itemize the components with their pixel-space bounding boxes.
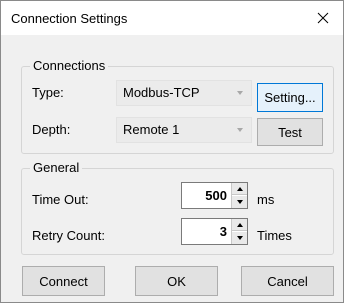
depth-select-value: Remote 1 xyxy=(123,122,180,137)
depth-select[interactable]: Remote 1 xyxy=(116,117,252,143)
type-label: Type: xyxy=(32,85,64,100)
general-group-label: General xyxy=(30,160,83,176)
retry-spin-buttons xyxy=(231,219,247,244)
arrow-up-icon xyxy=(236,222,243,227)
retry-label: Retry Count: xyxy=(32,228,105,243)
connect-button[interactable]: Connect xyxy=(22,266,105,296)
chevron-down-icon xyxy=(237,91,243,95)
close-icon xyxy=(317,12,329,24)
connections-group-label: Connections xyxy=(30,58,109,74)
chevron-down-icon xyxy=(237,128,243,132)
window-title: Connection Settings xyxy=(11,11,128,26)
retry-decrement-button[interactable] xyxy=(232,232,247,244)
retry-unit: Times xyxy=(257,228,292,243)
timeout-spin-buttons xyxy=(231,183,247,208)
test-button[interactable]: Test xyxy=(257,118,323,146)
type-select-value: Modbus-TCP xyxy=(123,85,200,100)
timeout-decrement-button[interactable] xyxy=(232,196,247,208)
retry-increment-button[interactable] xyxy=(232,219,247,231)
timeout-increment-button[interactable] xyxy=(232,183,247,195)
close-button[interactable] xyxy=(303,1,343,35)
timeout-stepper[interactable]: 500 xyxy=(181,182,248,209)
arrow-up-icon xyxy=(236,186,243,191)
cancel-button[interactable]: Cancel xyxy=(241,266,334,296)
connection-settings-dialog: Connection Settings Connections Type: Mo… xyxy=(0,0,344,303)
setting-button[interactable]: Setting... xyxy=(257,83,323,112)
type-select[interactable]: Modbus-TCP xyxy=(116,80,252,106)
arrow-down-icon xyxy=(236,200,243,204)
timeout-value: 500 xyxy=(205,188,227,203)
depth-label: Depth: xyxy=(32,122,71,137)
timeout-unit: ms xyxy=(257,192,275,207)
arrow-down-icon xyxy=(236,236,243,240)
retry-stepper[interactable]: 3 xyxy=(181,218,248,245)
ok-button[interactable]: OK xyxy=(135,266,218,296)
timeout-label: Time Out: xyxy=(32,192,89,207)
title-bar: Connection Settings xyxy=(1,1,343,35)
retry-value: 3 xyxy=(219,224,227,239)
